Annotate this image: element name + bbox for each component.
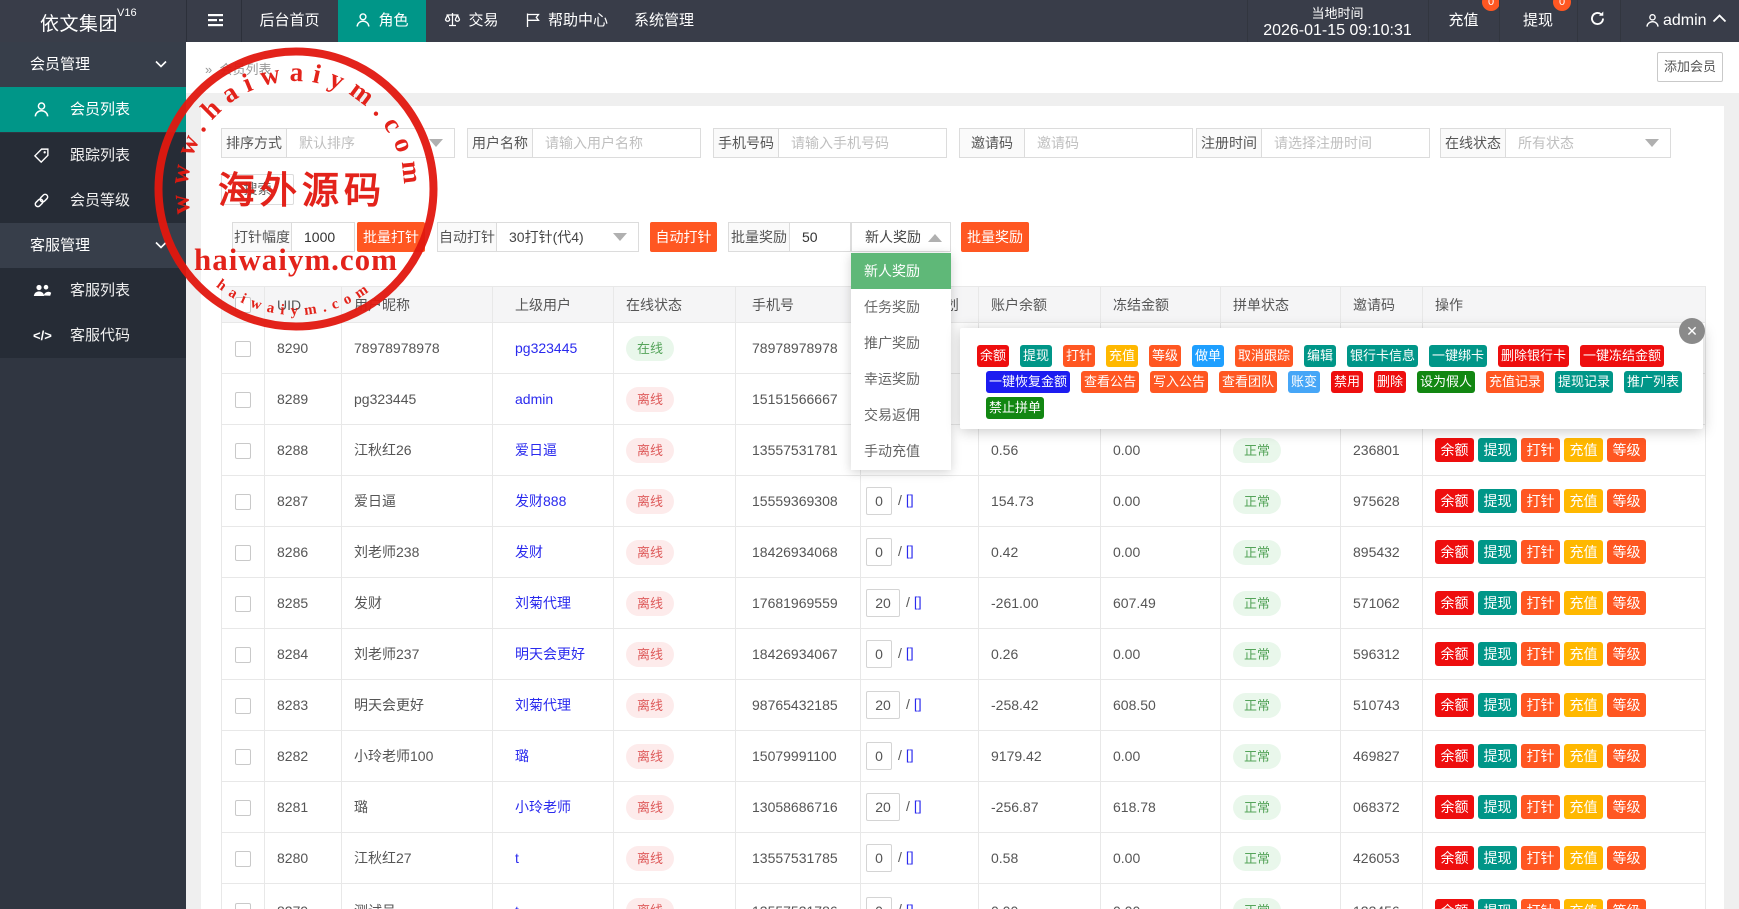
svg-text:海外源码: 海外源码 — [218, 170, 386, 211]
svg-text:haiwaiym.com: haiwaiym.com — [194, 242, 398, 277]
